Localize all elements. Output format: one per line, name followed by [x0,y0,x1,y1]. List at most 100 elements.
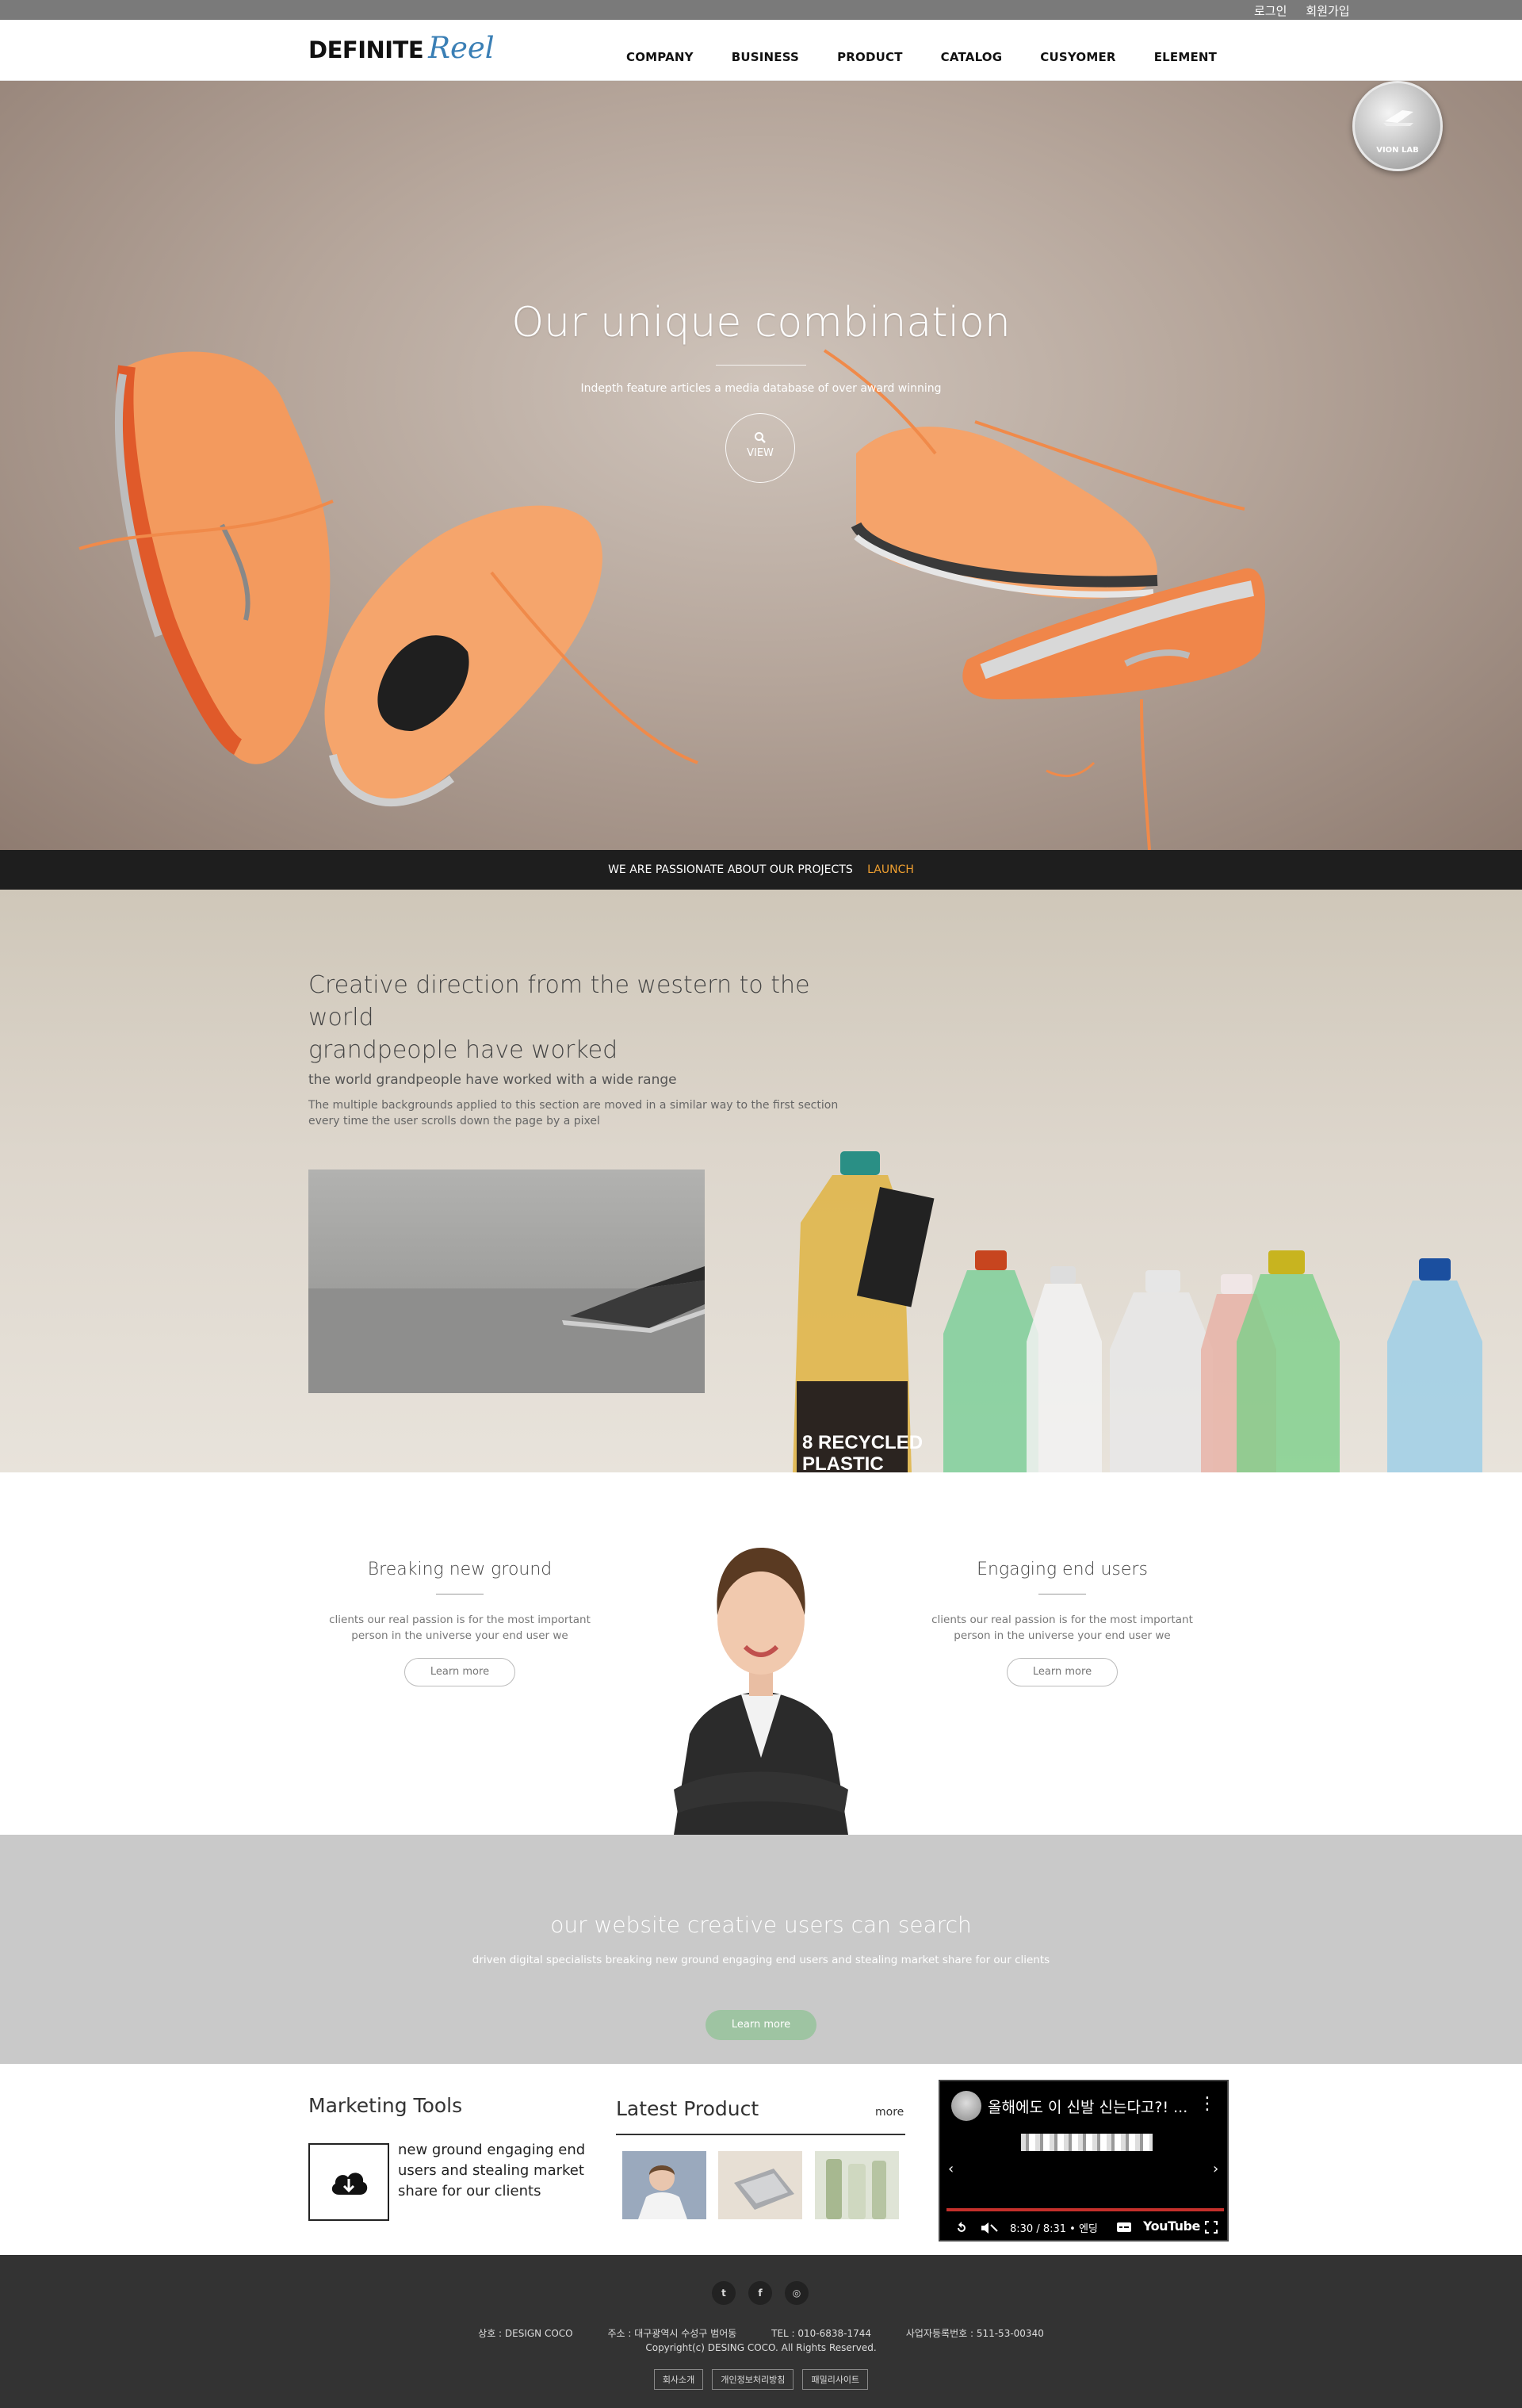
nav-product[interactable]: PRODUCT [837,50,903,64]
product-thumb-1-image [622,2151,706,2219]
product-thumb-3[interactable] [815,2151,899,2219]
creative-description: The multiple backgrounds applied to this… [308,1097,863,1129]
feature-left-title: Breaking new ground [367,1560,553,1579]
logo-script: Reel [428,31,495,65]
laptop-illustration [308,1266,705,1393]
channel-avatar[interactable] [951,2091,981,2121]
nav-customer[interactable]: CUSYOMER [1040,50,1115,64]
shoe-right-2 [962,568,1265,850]
footer-bizno: 사업자등록번호 : 511-53-00340 [905,2328,1044,2339]
site-header: DEFINITE Reel COMPANY BUSINESS PRODUCT C… [0,20,1522,81]
footer-tel: TEL : 010-6838-1744 [771,2328,872,2339]
product-thumb-2-image [718,2151,802,2219]
footer-info: 상호 : DESIGN COCO 주소 : 대구광역시 수성구 범어동 TEL … [0,2326,1522,2340]
feature-left-desc-line1: clients our real passion is for the most… [329,1614,591,1626]
laptop-badge-icon [1383,110,1413,126]
main-nav: COMPANY BUSINESS PRODUCT CATALOG CUSYOME… [626,50,1255,64]
footer-privacy-button[interactable]: 개인정보처리방침 [712,2369,794,2390]
feature-right-desc-line1: clients our real passion is for the most… [931,1614,1193,1626]
creative-heading: Creative direction from the western to t… [308,969,879,1066]
marketing-text: new ground engaging end users and steali… [398,2142,586,2199]
creative-desc-line2: every time the user scrolls down the pag… [308,1115,600,1127]
footer-company: 상호 : DESIGN COCO [478,2328,573,2339]
feature-left-desc: clients our real passion is for the most… [317,1612,602,1644]
replay-mute-icons[interactable] [954,2221,1002,2235]
hero-view-button[interactable]: VIEW [725,413,795,483]
twitter-icon[interactable]: t [712,2281,736,2305]
nav-catalog[interactable]: CATALOG [941,50,1003,64]
video-title[interactable]: 올해에도 이 신발 신는다고?! ... [988,2096,1187,2117]
bottle-label-1: 8 RECYCLED [802,1432,923,1453]
hero-divider [716,365,806,366]
instagram-icon[interactable]: ◎ [785,2281,809,2305]
footer-copyright: Copyright(c) DESING COCO. All Rights Res… [645,2342,877,2353]
feature-right-title: Engaging end users [977,1560,1148,1579]
youtube-logo[interactable]: YouTube [1143,2218,1200,2234]
logo-main: DEFINITE [308,36,424,63]
video-prev-icon[interactable]: ‹ [948,2161,954,2177]
bottles-illustration: 8 RECYCLED PLASTIC [793,1151,1482,1472]
creative-section: Creative direction from the western to t… [0,890,1522,1472]
launch-strip: WE ARE PASSIONATE ABOUT OUR PROJECTS LAU… [0,850,1522,890]
fullscreen-icon[interactable] [1205,2221,1218,2234]
shoe-left-2 [324,505,698,806]
bottle-label-2: PLASTIC [802,1453,884,1472]
creative-heading-line1: Creative direction from the western to t… [308,971,810,1032]
hero-title: Our unique combination [511,299,1011,346]
creative-subheading: the world grandpeople have worked with a… [308,1072,677,1088]
video-thumbnail-strip [1021,2134,1153,2151]
video-player[interactable]: 올해에도 이 신발 신는다고?! ... ⋮ ‹ › 8:30 / 8:31 •… [939,2080,1229,2241]
nav-company[interactable]: COMPANY [626,50,694,64]
search-banner-title: our website creative users can search [550,1912,972,1938]
marketing-tools-title: Marketing Tools [308,2094,463,2117]
bottle-yellow: 8 RECYCLED PLASTIC [793,1151,935,1472]
video-progress-bar[interactable] [946,2208,1224,2211]
vionlab-badge[interactable]: VION LAB [1352,81,1443,171]
facebook-icon[interactable]: f [748,2281,772,2305]
view-label: VIEW [747,447,774,459]
launch-text: WE ARE PASSIONATE ABOUT OUR PROJECTS [608,863,853,876]
bottle-blue [1387,1258,1482,1472]
product-thumb-1[interactable] [622,2151,706,2219]
latest-product-more-link[interactable]: more [875,2106,904,2119]
video-time: 8:30 / 8:31 • 엔딩 [1010,2223,1098,2235]
features-section: Breaking new ground clients our real pas… [0,1472,1522,1835]
search-icon [755,432,766,443]
logo[interactable]: DEFINITE Reel [308,31,495,65]
launch-link[interactable]: LAUNCH [867,863,914,876]
latest-product-title: Latest Product [616,2097,759,2120]
captions-icon[interactable] [1116,2222,1132,2233]
feature-right-learn-more[interactable]: Learn more [1007,1658,1118,1686]
video-menu-icon[interactable]: ⋮ [1199,2094,1216,2114]
shoe-left-1 [78,351,334,764]
footer-about-button[interactable]: 회사소개 [653,2369,704,2390]
site-footer: t f ◎ 상호 : DESIGN COCO 주소 : 대구광역시 수성구 범어… [0,2255,1522,2408]
nav-element[interactable]: ELEMENT [1154,50,1217,64]
creative-desc-line1: The multiple backgrounds applied to this… [308,1099,839,1112]
utility-bar: 로그인 회원가입 [0,0,1522,20]
hero-section: VION LAB Our unique combination Indepth … [0,81,1522,850]
footer-family-site-button[interactable]: 패밀리사이트 [802,2369,869,2390]
bottom-widgets: Marketing Tools new ground engaging end … [0,2064,1522,2255]
feature-right: Engaging end users clients our real pass… [920,1560,1205,1686]
feature-left-desc-line2: person in the universe your end user we [351,1629,568,1642]
bottle-green [943,1250,1038,1472]
marketing-icon-box[interactable] [308,2143,389,2221]
social-links: t f ◎ [712,2281,809,2305]
nav-business[interactable]: BUSINESS [732,50,799,64]
creative-heading-line2: grandpeople have worked [308,1036,618,1064]
bottle-clear-2 [1110,1270,1213,1472]
signup-link[interactable]: 회원가입 [1306,2,1349,19]
businesswoman-image [674,1548,848,1835]
product-thumb-2[interactable] [718,2151,802,2219]
badge-label: VION LAB [1376,146,1419,155]
feature-right-desc: clients our real passion is for the most… [920,1612,1205,1644]
footer-address: 주소 : 대구광역시 수성구 범어동 [607,2328,737,2339]
feature-left-learn-more[interactable]: Learn more [404,1658,515,1686]
search-banner-subtitle: driven digital specialists breaking new … [472,1954,1050,1966]
video-next-icon[interactable]: › [1213,2161,1218,2177]
search-banner-learn-more[interactable]: Learn more [706,2010,816,2040]
feature-right-desc-line2: person in the universe your end user we [954,1629,1171,1642]
login-link[interactable]: 로그인 [1254,2,1287,19]
hero-subtitle: Indepth feature articles a media databas… [580,382,942,395]
